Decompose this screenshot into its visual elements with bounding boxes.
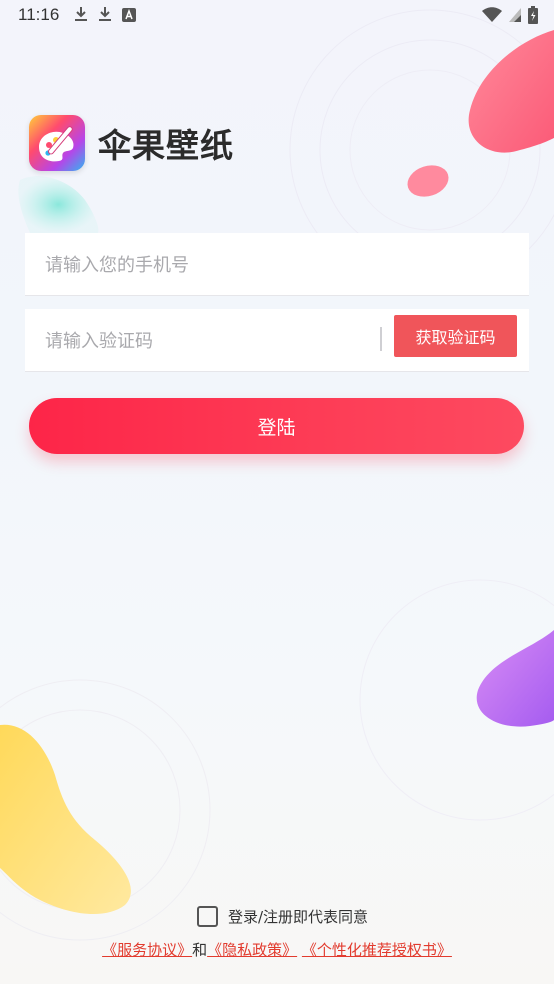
field-divider [380,327,382,351]
conjunction-text: 和 [192,941,208,959]
phone-input[interactable] [43,233,517,297]
status-time: 11:16 [18,5,60,24]
palette-icon [29,115,85,171]
signal-icon [508,7,522,28]
personalized-recommendation-link[interactable]: 《个性化推荐授权书》 [302,941,452,959]
get-code-button[interactable]: 获取验证码 [394,315,517,357]
app-logo: 伞果壁纸 [29,115,234,171]
login-button[interactable]: 登陆 [29,398,524,454]
status-system-icons [482,6,538,29]
font-icon [122,7,136,27]
phone-field [25,233,529,297]
status-notification-icons [74,6,136,27]
policy-links: 《服务协议》和《隐私政策》 《个性化推荐授权书》 [0,939,554,960]
agreement-checkbox[interactable] [197,906,218,927]
wifi-icon [482,7,502,28]
agreement-row: 登录/注册即代表同意 [197,906,368,927]
download-icon [98,6,112,27]
app-name: 伞果壁纸 [98,127,234,164]
download-icon [74,6,88,27]
agreement-text: 登录/注册即代表同意 [228,908,369,926]
verification-code-input[interactable] [43,309,377,373]
battery-icon [528,6,538,29]
privacy-policy-link[interactable]: 《隐私政策》 [207,941,297,959]
verification-code-field: 获取验证码 [25,309,529,373]
status-bar: 11:16 [0,0,554,32]
service-agreement-link[interactable]: 《服务协议》 [102,941,192,959]
